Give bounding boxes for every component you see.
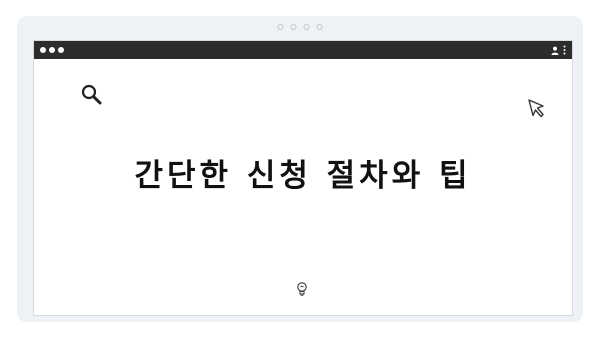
lightbulb-icon — [296, 281, 308, 301]
window-titlebar — [34, 41, 572, 59]
window-control-dot[interactable] — [40, 47, 46, 53]
window-control-dot[interactable] — [58, 47, 64, 53]
slide-title: 간단한 신청 절차와 팁 — [134, 158, 472, 194]
kebab-menu-icon[interactable] — [563, 45, 566, 55]
titlebar-actions — [551, 45, 566, 55]
browser-window: 간단한 신청 절차와 팁 — [33, 40, 573, 316]
search-icon — [80, 83, 104, 111]
window-controls — [40, 47, 64, 53]
window-control-dot[interactable] — [49, 47, 55, 53]
carousel-indicators[interactable] — [277, 24, 323, 30]
user-icon[interactable] — [551, 46, 559, 55]
slide-content: 간단한 신청 절차와 팁 — [34, 59, 572, 315]
cursor-icon — [526, 97, 548, 123]
carousel-dot[interactable] — [303, 24, 310, 30]
carousel-dot[interactable] — [316, 24, 323, 30]
carousel-dot[interactable] — [277, 24, 284, 30]
carousel-dot[interactable] — [290, 24, 297, 30]
